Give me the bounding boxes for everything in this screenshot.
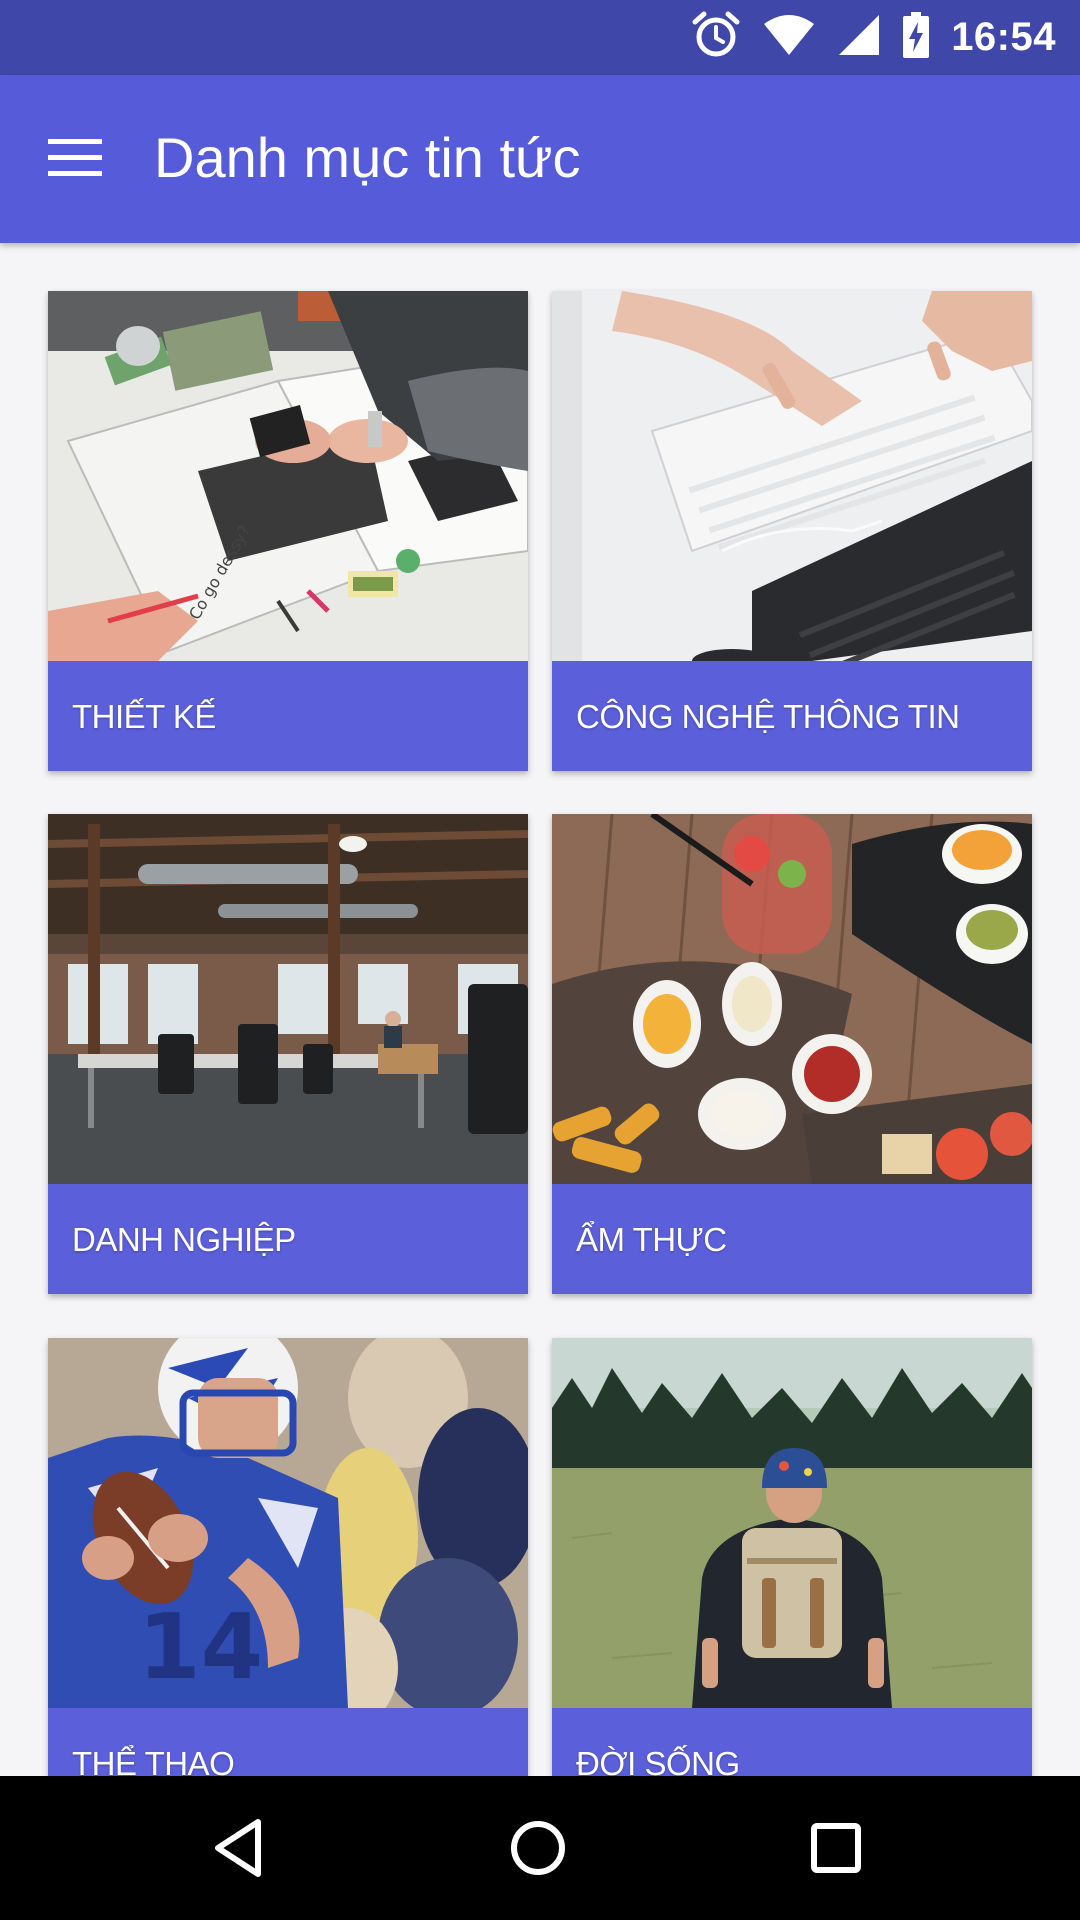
hiker-field-photo [552, 1338, 1032, 1708]
category-card-business[interactable]: DANH NGHIỆP [48, 814, 528, 1294]
category-label: CÔNG NGHỆ THÔNG TIN [576, 698, 960, 735]
wifi-icon [763, 14, 815, 61]
category-card-food[interactable]: ẨM THỰC [552, 814, 1032, 1294]
back-icon[interactable] [204, 1812, 276, 1884]
category-label: THIẾT KẾ [72, 698, 216, 735]
food-table-photo [552, 814, 1032, 1184]
app-bar: Danh mục tin tức [0, 75, 1080, 243]
category-card-design[interactable]: Co go dessy? THIẾT KẾ [48, 291, 528, 771]
design-desk-photo: Co go dessy? [48, 291, 528, 661]
status-bar: 16:54 [0, 0, 1080, 75]
office-interior-photo [48, 814, 528, 1184]
clock: 16:54 [951, 15, 1056, 59]
category-card-it[interactable]: CÔNG NGHỆ THÔNG TIN [552, 291, 1032, 771]
category-label: ĐỜI SỐNG [576, 1745, 740, 1776]
system-nav-bar [0, 1776, 1080, 1920]
category-label-bar: THIẾT KẾ [48, 661, 528, 771]
category-label: THỂ THAO [72, 1745, 235, 1776]
page-title: Danh mục tin tức [154, 126, 581, 189]
category-label: ẨM THỰC [576, 1221, 727, 1258]
svg-text:14: 14 [138, 1595, 263, 1700]
alarm-icon [691, 10, 741, 65]
status-icons: 16:54 [691, 0, 1056, 75]
category-grid: Co go dessy? THIẾT KẾ CÔNG NGHỆ THÔNG TI… [0, 243, 1080, 1776]
hamburger-menu-icon[interactable] [48, 135, 104, 181]
category-label-bar: ẨM THỰC [552, 1184, 1032, 1294]
category-label-bar: DANH NGHIỆP [48, 1184, 528, 1294]
keyboard-typing-photo [552, 291, 1032, 661]
home-icon[interactable] [502, 1812, 574, 1884]
football-player-photo: 14 [48, 1338, 528, 1708]
category-card-sports[interactable]: 14 THỂ THAO [48, 1338, 528, 1776]
category-label: DANH NGHIỆP [72, 1221, 296, 1258]
recents-icon[interactable] [800, 1812, 872, 1884]
category-label-bar: ĐỜI SỐNG [552, 1708, 1032, 1776]
category-card-life[interactable]: ĐỜI SỐNG [552, 1338, 1032, 1776]
category-label-bar: CÔNG NGHỆ THÔNG TIN [552, 661, 1032, 771]
battery-charging-icon [903, 12, 930, 63]
category-label-bar: THỂ THAO [48, 1708, 528, 1776]
signal-icon [837, 13, 881, 62]
